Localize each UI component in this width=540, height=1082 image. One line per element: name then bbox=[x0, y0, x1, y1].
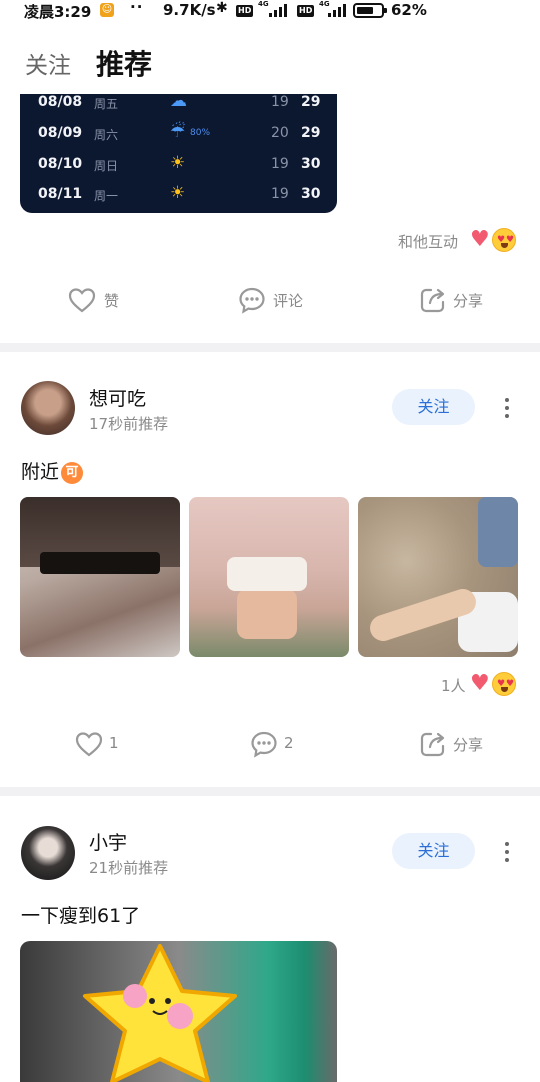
battery-percent: 62% bbox=[391, 1, 427, 19]
comment-icon bbox=[239, 287, 265, 314]
tab-follow[interactable]: 关注 bbox=[25, 46, 71, 80]
post-image[interactable] bbox=[20, 497, 180, 657]
share-label: 分享 bbox=[453, 736, 484, 754]
reaction-emoji-icon[interactable]: ♥ ♥ ♥ bbox=[470, 228, 520, 252]
more-options-icon[interactable] bbox=[502, 840, 512, 864]
forecast-date: 08/08 bbox=[38, 94, 83, 110]
reaction-emoji-icon[interactable]: ♥ ♥ ♥ bbox=[470, 672, 520, 696]
post-image[interactable] bbox=[20, 941, 337, 1082]
signal-icon bbox=[269, 4, 289, 17]
rain-probability: 80% bbox=[190, 128, 211, 138]
like-count: 1 bbox=[109, 734, 119, 752]
avatar[interactable] bbox=[21, 381, 75, 435]
avatar[interactable] bbox=[21, 826, 75, 880]
more-options-icon[interactable] bbox=[502, 396, 512, 420]
share-label: 分享 bbox=[453, 292, 484, 310]
forecast-row: 08/10 周日 ☀ 19 30 bbox=[20, 153, 337, 186]
post-image[interactable] bbox=[358, 497, 518, 657]
forecast-date: 08/11 bbox=[38, 186, 83, 202]
post-text: 一下瘦到61了 bbox=[21, 905, 141, 927]
like-button[interactable]: 1 bbox=[74, 729, 134, 759]
interact-prompt[interactable]: 和他互动 bbox=[398, 231, 458, 252]
comment-label: 评论 bbox=[273, 292, 304, 310]
post-image[interactable] bbox=[189, 497, 349, 657]
weather-forecast-image[interactable]: 08/08 周五 ☁ 19 29 08/09 周六 ☔ 80% 20 29 08… bbox=[20, 94, 337, 213]
post-time: 21秒前推荐 bbox=[89, 859, 169, 877]
star-sticker-icon bbox=[83, 944, 237, 1082]
post-text-content: 附近 bbox=[21, 461, 60, 483]
sun-icon: ☀ bbox=[170, 183, 186, 203]
forecast-high: 29 bbox=[301, 125, 321, 141]
forecast-weekday: 周日 bbox=[94, 159, 119, 173]
forecast-date: 08/09 bbox=[38, 125, 83, 141]
comment-button[interactable]: 评论 bbox=[237, 285, 317, 315]
signal-icon bbox=[328, 4, 348, 17]
like-label: 赞 bbox=[104, 292, 120, 310]
network-type: 4G bbox=[258, 0, 269, 8]
forecast-high: 29 bbox=[301, 94, 321, 110]
forecast-low: 19 bbox=[271, 94, 289, 110]
hd-icon: HD bbox=[236, 5, 254, 17]
forecast-weekday: 周一 bbox=[94, 189, 119, 203]
ke-badge-icon: 可 bbox=[61, 462, 84, 484]
battery-icon bbox=[353, 3, 387, 18]
bluetooth-icon: ✱ bbox=[216, 0, 228, 16]
follow-button[interactable]: 关注 bbox=[392, 389, 475, 425]
sun-icon: ☀ bbox=[170, 153, 186, 173]
more-notifications-icon: ·· bbox=[130, 0, 144, 16]
share-icon bbox=[420, 732, 445, 757]
rain-cloud-icon: ☔ bbox=[170, 122, 186, 142]
app-notification-icon: ☺ bbox=[100, 3, 114, 17]
forecast-high: 30 bbox=[301, 186, 321, 202]
forecast-date: 08/10 bbox=[38, 156, 83, 172]
post-text: 附近可 bbox=[21, 457, 84, 484]
heart-outline-icon bbox=[75, 732, 103, 757]
share-button[interactable]: 分享 bbox=[418, 285, 498, 315]
forecast-row: 08/09 周六 ☔ 80% 20 29 bbox=[20, 122, 337, 155]
forecast-weekday: 周六 bbox=[94, 128, 119, 142]
status-time: 凌晨3:29 bbox=[24, 3, 92, 21]
username[interactable]: 想可吃 bbox=[89, 384, 146, 411]
status-bar: 凌晨3:29 ☺ ·· 9.7K/s ✱ HD 4G HD 4G 62% bbox=[0, 0, 540, 24]
post-divider bbox=[0, 787, 540, 796]
heart-outline-icon bbox=[68, 288, 96, 313]
heart-eyes-face-icon: ♥ ♥ bbox=[492, 228, 516, 252]
heart-icon: ♥ bbox=[470, 227, 490, 252]
share-button[interactable]: 分享 bbox=[418, 729, 498, 759]
reaction-count[interactable]: 1人 bbox=[441, 675, 466, 696]
comment-button[interactable]: 2 bbox=[249, 729, 309, 759]
forecast-high: 30 bbox=[301, 156, 321, 172]
like-button[interactable]: 赞 bbox=[67, 285, 127, 315]
hd-icon: HD bbox=[297, 5, 315, 17]
heart-eyes-face-icon: ♥ ♥ bbox=[492, 672, 516, 696]
follow-button[interactable]: 关注 bbox=[392, 833, 475, 869]
forecast-row: 08/11 周一 ☀ 19 30 bbox=[20, 183, 337, 213]
comment-icon bbox=[251, 731, 277, 758]
forecast-low: 19 bbox=[271, 186, 289, 202]
username[interactable]: 小宇 bbox=[89, 828, 127, 855]
partly-cloudy-icon: ☁ bbox=[170, 94, 187, 111]
tab-recommend[interactable]: 推荐 bbox=[96, 43, 152, 83]
forecast-low: 20 bbox=[271, 125, 289, 141]
share-icon bbox=[420, 288, 445, 313]
post-time: 17秒前推荐 bbox=[89, 415, 169, 433]
net-speed: 9.7K/s bbox=[163, 1, 216, 19]
heart-icon: ♥ bbox=[470, 671, 490, 696]
comment-count: 2 bbox=[284, 734, 294, 752]
forecast-weekday: 周五 bbox=[94, 97, 119, 111]
forecast-low: 19 bbox=[271, 156, 289, 172]
forecast-row: 08/08 周五 ☁ 19 29 bbox=[20, 94, 337, 124]
post-divider bbox=[0, 343, 540, 352]
